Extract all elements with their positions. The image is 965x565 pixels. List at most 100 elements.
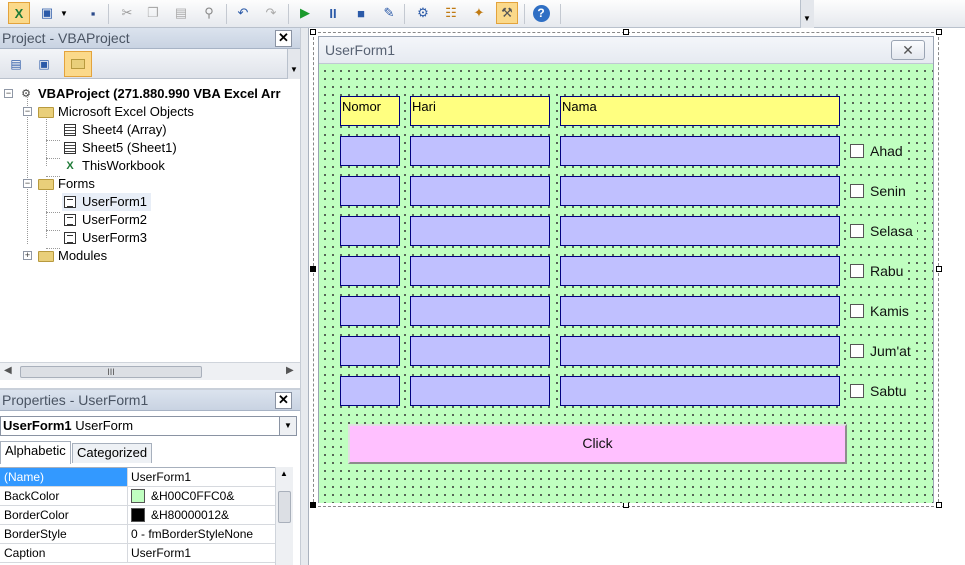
- checkbox-box[interactable]: [850, 144, 864, 158]
- find-icon[interactable]: ⚲: [198, 2, 220, 24]
- toolbar-overflow-icon[interactable]: ▼: [800, 0, 814, 28]
- design-mode-icon[interactable]: ✎: [378, 2, 400, 24]
- resize-handle[interactable]: [936, 29, 942, 35]
- run-icon[interactable]: ▶: [294, 2, 316, 24]
- checkbox-box[interactable]: [850, 264, 864, 278]
- property-row[interactable]: BorderStyle 0 - fmBorderStyleNone: [0, 525, 275, 544]
- break-icon[interactable]: II: [322, 2, 344, 24]
- project-toolbar-overflow[interactable]: ▼: [287, 49, 300, 79]
- properties-icon[interactable]: ☷: [440, 2, 462, 24]
- collapse-icon[interactable]: −: [23, 179, 32, 188]
- checkbox-box[interactable]: [850, 224, 864, 238]
- checkbox-day[interactable]: Selasa: [850, 221, 917, 241]
- property-value[interactable]: &H00C0FFC0&: [131, 487, 234, 505]
- resize-handle[interactable]: [623, 29, 629, 35]
- expand-icon[interactable]: +: [23, 251, 32, 260]
- collapse-icon[interactable]: −: [23, 107, 32, 116]
- vertical-splitter[interactable]: [300, 28, 309, 565]
- textbox-nomor[interactable]: [340, 376, 400, 406]
- undo-icon[interactable]: ↶: [232, 2, 254, 24]
- textbox-hari[interactable]: [410, 136, 550, 166]
- reset-icon[interactable]: ■: [350, 2, 372, 24]
- textbox-nama[interactable]: [560, 216, 840, 246]
- textbox-hari[interactable]: [410, 256, 550, 286]
- checkbox-day[interactable]: Sabtu: [850, 381, 911, 401]
- resize-handle[interactable]: [936, 502, 942, 508]
- tree-item-modules[interactable]: Modules: [38, 247, 107, 265]
- tab-alphabetic[interactable]: Alphabetic: [0, 441, 71, 464]
- toolbox-icon[interactable]: ⚒: [496, 2, 518, 24]
- textbox-hari[interactable]: [410, 296, 550, 326]
- property-row[interactable]: BackColor &H00C0FFC0&: [0, 487, 275, 506]
- checkbox-box[interactable]: [850, 344, 864, 358]
- tree-item-userform3[interactable]: UserForm3: [62, 229, 147, 247]
- checkbox-box[interactable]: [850, 384, 864, 398]
- property-row[interactable]: BorderColor &H80000012&: [0, 506, 275, 525]
- header-nomor[interactable]: Nomor: [340, 96, 400, 126]
- tree-item-userform2[interactable]: UserForm2: [62, 211, 147, 229]
- header-nama[interactable]: Nama: [560, 96, 840, 126]
- textbox-nama[interactable]: [560, 256, 840, 286]
- collapse-icon[interactable]: −: [4, 89, 13, 98]
- help-icon[interactable]: ?: [530, 2, 552, 24]
- resize-handle[interactable]: [310, 266, 316, 272]
- paste-icon[interactable]: ▤: [170, 2, 192, 24]
- properties-vertical-scrollbar[interactable]: ▲: [275, 467, 293, 565]
- checkbox-day[interactable]: Senin: [850, 181, 910, 201]
- save-icon[interactable]: ▪: [82, 2, 104, 24]
- object-browser-icon[interactable]: ✦: [468, 2, 490, 24]
- scroll-up-icon[interactable]: ▲: [280, 469, 288, 478]
- textbox-nomor[interactable]: [340, 136, 400, 166]
- insert-userform-icon[interactable]: ▣: [36, 2, 58, 24]
- scroll-right-icon[interactable]: ▶: [286, 365, 294, 376]
- resize-handle[interactable]: [310, 502, 316, 508]
- property-value[interactable]: 0 - fmBorderStyleNone: [131, 525, 253, 543]
- textbox-hari[interactable]: [410, 376, 550, 406]
- property-row[interactable]: Caption UserForm1: [0, 544, 275, 563]
- tree-item-excel-objects[interactable]: Microsoft Excel Objects: [38, 103, 194, 121]
- checkbox-box[interactable]: [850, 184, 864, 198]
- textbox-nomor[interactable]: [340, 176, 400, 206]
- textbox-nama[interactable]: [560, 336, 840, 366]
- tab-categorized[interactable]: Categorized: [72, 443, 153, 463]
- checkbox-box[interactable]: [850, 304, 864, 318]
- close-icon[interactable]: ✕: [275, 392, 292, 409]
- textbox-hari[interactable]: [410, 176, 550, 206]
- textbox-nomor[interactable]: [340, 256, 400, 286]
- object-selector[interactable]: UserForm1 UserForm ▼: [0, 416, 297, 436]
- cut-icon[interactable]: ✂: [116, 2, 138, 24]
- property-row[interactable]: (Name) UserForm1: [0, 468, 275, 487]
- checkbox-day[interactable]: Rabu: [850, 261, 908, 281]
- header-hari[interactable]: Hari: [410, 96, 550, 126]
- close-icon[interactable]: ✕: [891, 40, 925, 60]
- tree-item-thisworkbook[interactable]: X ThisWorkbook: [62, 157, 165, 175]
- textbox-nama[interactable]: [560, 176, 840, 206]
- redo-icon[interactable]: ↷: [260, 2, 282, 24]
- resize-handle[interactable]: [310, 29, 316, 35]
- click-button[interactable]: Click: [348, 424, 847, 464]
- textbox-nomor[interactable]: [340, 296, 400, 326]
- property-value[interactable]: &H80000012&: [131, 506, 229, 524]
- textbox-nomor[interactable]: [340, 216, 400, 246]
- scrollbar-thumb[interactable]: III: [20, 366, 202, 378]
- scrollbar-thumb[interactable]: [278, 491, 291, 523]
- project-horizontal-scrollbar[interactable]: ◀ III ▶: [0, 362, 300, 380]
- tree-item-vbaproject[interactable]: ⚙ VBAProject (271.880.990 VBA Excel Arr: [18, 85, 281, 103]
- property-value[interactable]: UserForm1: [131, 544, 191, 562]
- project-explorer-icon[interactable]: ⚙: [412, 2, 434, 24]
- checkbox-day[interactable]: Kamis: [850, 301, 913, 321]
- close-icon[interactable]: ✕: [275, 30, 292, 47]
- resize-handle[interactable]: [936, 266, 942, 272]
- textbox-hari[interactable]: [410, 216, 550, 246]
- toggle-folders-icon[interactable]: [64, 51, 92, 77]
- dropdown-arrow-icon[interactable]: ▼: [58, 2, 70, 24]
- copy-icon[interactable]: ❐: [142, 2, 164, 24]
- textbox-nama[interactable]: [560, 136, 840, 166]
- excel-icon[interactable]: X: [8, 2, 30, 24]
- checkbox-day[interactable]: Ahad: [850, 141, 907, 161]
- view-object-icon[interactable]: ▣: [32, 53, 56, 75]
- scroll-left-icon[interactable]: ◀: [4, 365, 12, 376]
- chevron-down-icon[interactable]: ▼: [279, 417, 296, 435]
- textbox-nama[interactable]: [560, 376, 840, 406]
- property-value[interactable]: UserForm1: [131, 468, 191, 486]
